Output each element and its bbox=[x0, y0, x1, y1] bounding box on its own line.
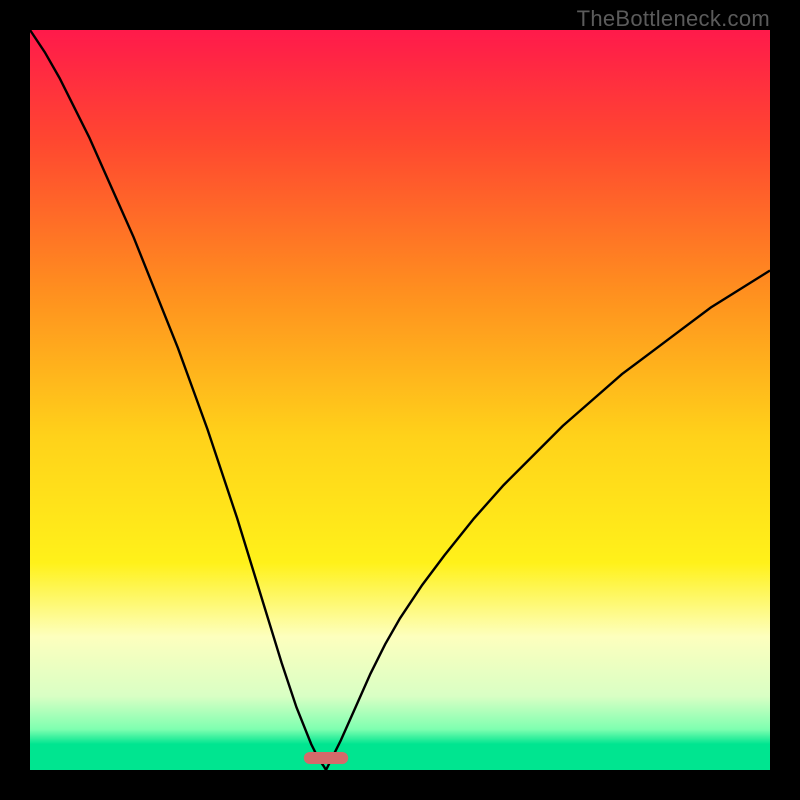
min-marker bbox=[304, 752, 348, 764]
watermark: TheBottleneck.com bbox=[577, 6, 770, 32]
chart-svg bbox=[30, 30, 770, 770]
chart-frame: TheBottleneck.com bbox=[0, 0, 800, 800]
plot-area bbox=[30, 30, 770, 770]
gradient-bg bbox=[30, 30, 770, 770]
